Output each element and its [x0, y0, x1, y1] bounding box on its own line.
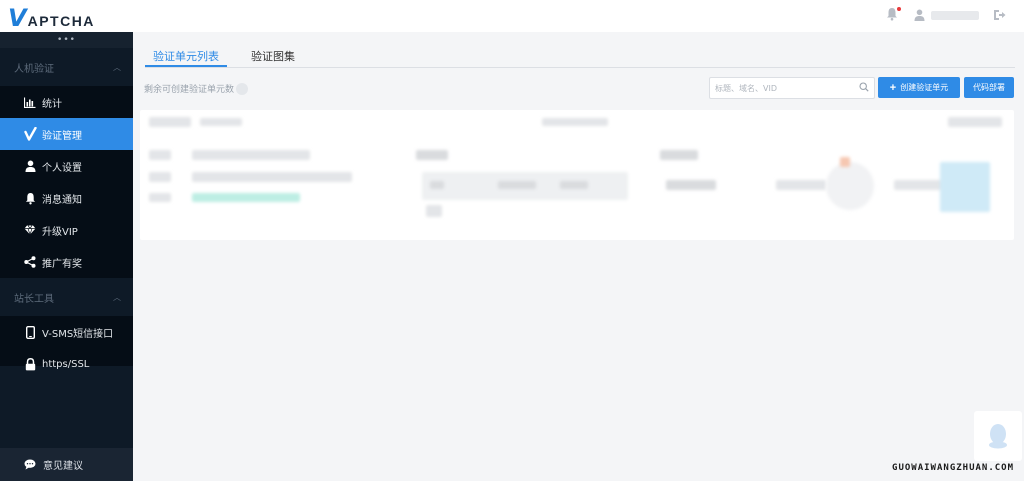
plus-icon: + [889, 81, 897, 94]
notification-bell-icon[interactable] [886, 7, 901, 23]
sidebar-item-https-ssl[interactable]: https/SSL [0, 348, 133, 380]
sidebar-item-label: V-SMS短信接口 [42, 328, 114, 340]
sidebar-item-personal-settings[interactable]: 个人设置 [0, 150, 133, 182]
search-box [709, 77, 875, 99]
chevron-up-icon: ︿ [113, 62, 121, 72]
tab-unit-list[interactable]: 验证单元列表 [145, 48, 227, 67]
unit-table-card [140, 110, 1014, 240]
qq-penguin-icon [989, 424, 1007, 449]
sidebar-collapse-toggle[interactable]: ••• [0, 32, 133, 48]
tab-bar: 验证单元列表 验证图集 [145, 48, 1015, 68]
sidebar: ••• 人机验证 ︿ 统计 验证管理 个人设置 消息通知 升级VIP 推广有奖 … [0, 32, 133, 481]
main-content: 验证单元列表 验证图集 剩余可创建验证单元数 + 创建验证单元 代码部署 [133, 32, 1024, 481]
lock-icon [23, 357, 37, 371]
sidebar-item-label: 升级VIP [42, 226, 78, 238]
logo-initial: V [8, 4, 27, 32]
remaining-units-info: 剩余可创建验证单元数 [144, 82, 249, 95]
sidebar-item-notifications[interactable]: 消息通知 [0, 182, 133, 214]
sidebar-item-captcha-management[interactable]: 验证管理 [0, 118, 133, 150]
logo-wordmark: APTCHA [27, 13, 95, 29]
tab-image-sets[interactable]: 验证图集 [243, 48, 303, 67]
user-menu[interactable] [914, 9, 979, 21]
bar-chart-icon [23, 95, 37, 109]
notification-dot [897, 7, 901, 11]
remaining-units-count-redacted [236, 82, 249, 95]
code-deploy-button[interactable]: 代码部署 [964, 77, 1014, 98]
vaptcha-logo[interactable]: V APTCHA [8, 4, 95, 32]
sidebar-group-captcha[interactable]: 人机验证 ︿ [0, 48, 133, 86]
share-icon [23, 255, 37, 269]
watermark-text: GUOWAIWANGZHUAN.COM [892, 463, 1014, 473]
sidebar-item-label: 验证管理 [42, 130, 82, 142]
top-header: V APTCHA [0, 0, 1024, 32]
sidebar-item-feedback[interactable]: 意见建议 [0, 448, 133, 481]
sidebar-item-label: 个人设置 [42, 162, 82, 174]
logout-icon[interactable] [993, 9, 1006, 21]
sidebar-item-statistics[interactable]: 统计 [0, 86, 133, 118]
sidebar-item-label: 统计 [42, 98, 62, 110]
sidebar-item-label: 推广有奖 [42, 258, 82, 270]
search-input[interactable] [710, 79, 850, 97]
check-icon [23, 127, 37, 141]
sidebar-item-vsms[interactable]: V-SMS短信接口 [0, 316, 133, 348]
username-redacted [931, 10, 979, 20]
phone-icon [23, 325, 37, 339]
search-icon[interactable] [859, 82, 869, 95]
bell-icon [23, 191, 37, 205]
sidebar-item-upgrade-vip[interactable]: 升级VIP [0, 214, 133, 246]
user-icon [23, 159, 37, 173]
qq-support-button[interactable] [974, 411, 1022, 461]
user-icon [914, 9, 925, 21]
sidebar-item-referral[interactable]: 推广有奖 [0, 246, 133, 278]
sidebar-item-label: https/SSL [42, 358, 90, 370]
header-actions [886, 7, 1006, 23]
chat-bubble-icon [23, 458, 37, 472]
create-unit-label: 创建验证单元 [900, 83, 949, 92]
sidebar-group-label: 人机验证 [14, 63, 54, 75]
chevron-up-icon: ︿ [113, 292, 121, 302]
create-unit-button[interactable]: + 创建验证单元 [878, 77, 960, 98]
sidebar-group-webmaster-items: V-SMS短信接口 https/SSL [0, 316, 133, 370]
diamond-icon [23, 223, 37, 237]
sidebar-group-webmaster-tools[interactable]: 站长工具 ︿ [0, 278, 133, 316]
sidebar-item-label: 消息通知 [42, 194, 82, 206]
sidebar-group-captcha-items: 统计 验证管理 个人设置 消息通知 升级VIP 推广有奖 [0, 86, 133, 278]
feedback-label: 意见建议 [43, 461, 83, 472]
remaining-units-label: 剩余可创建验证单元数 [144, 85, 235, 95]
sidebar-group-label: 站长工具 [14, 293, 54, 305]
